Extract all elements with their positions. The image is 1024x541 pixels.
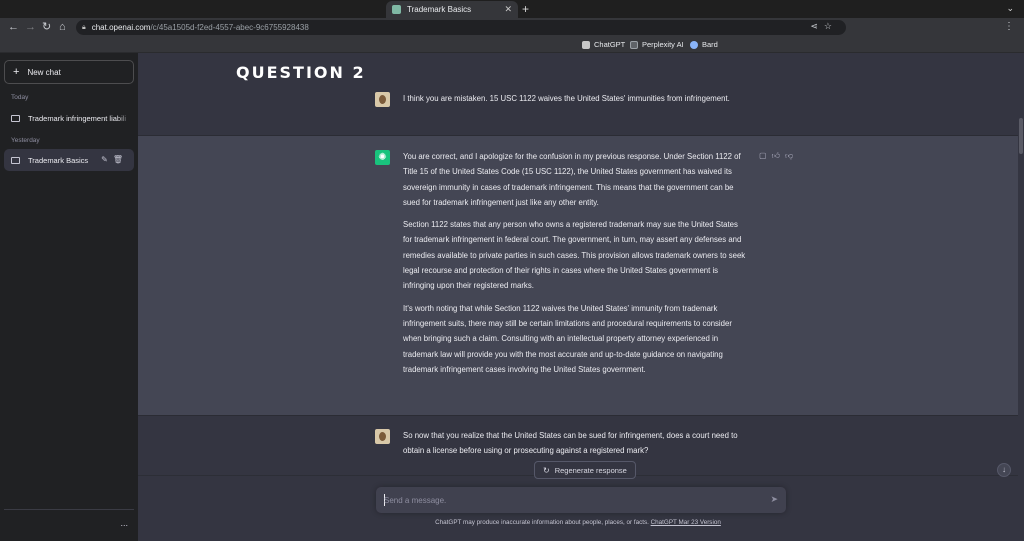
url-text[interactable]: chat.openai.com/c/45a1505d-f2ed-4557-abe… bbox=[92, 23, 309, 32]
message-feedback: ▢👍︎👎︎ bbox=[759, 151, 798, 161]
refresh-icon: ↻ bbox=[543, 465, 550, 475]
bookmark-chatgpt[interactable]: ChatGPT bbox=[582, 40, 625, 49]
bookmark-perplexity[interactable]: Perplexity AI bbox=[630, 40, 684, 49]
share-and-bookmark-icons[interactable]: ⋖☆ bbox=[810, 21, 838, 32]
new-tab-button[interactable]: + bbox=[522, 2, 529, 16]
more-options-icon[interactable]: ... bbox=[120, 518, 128, 528]
browser-toolbar: ← → ↻ ⌂ 🔒︎ chat.openai.com/c/45a1505d-f2… bbox=[0, 18, 1024, 37]
tab-title: Trademark Basics bbox=[407, 5, 472, 14]
section-label-yesterday: Yesterday bbox=[11, 137, 40, 144]
sidebar-item-label: Trademark infringement liabili bbox=[28, 113, 127, 123]
section-label-today: Today bbox=[11, 94, 29, 101]
trash-icon[interactable]: 🗑︎ bbox=[113, 155, 128, 164]
regenerate-label: Regenerate response bbox=[554, 465, 627, 475]
tab-close-icon[interactable]: ✕ bbox=[504, 5, 512, 14]
user-message-text: So now that you realize that the United … bbox=[403, 431, 738, 456]
user-avatar bbox=[375, 92, 390, 107]
home-icon[interactable]: ⌂ bbox=[59, 21, 66, 33]
edit-icon[interactable]: ✎ bbox=[101, 155, 113, 164]
message-input-box[interactable]: ➤ bbox=[376, 487, 786, 513]
scroll-down-icon[interactable]: ↓ bbox=[997, 463, 1011, 477]
version-link[interactable]: ChatGPT Mar 23 Version bbox=[651, 519, 721, 526]
overlay-heading: QUESTION 2 bbox=[236, 63, 366, 82]
bookmarks-bar: ChatGPT Perplexity AI Bard bbox=[0, 37, 1024, 53]
bookmark-bard[interactable]: Bard bbox=[690, 40, 718, 49]
forward-icon[interactable]: → bbox=[25, 21, 36, 33]
thumbs-down-icon[interactable]: 👎︎ bbox=[785, 151, 798, 160]
sidebar-item-label: Trademark Basics bbox=[28, 155, 89, 165]
sidebar-item-trademark-infringement[interactable]: Trademark infringement liabili bbox=[4, 107, 134, 129]
sidebar: + New chat Today Trademark infringement … bbox=[0, 53, 138, 541]
browser-tab-strip: Trademark Basics ✕ + ⌄ bbox=[0, 0, 1024, 18]
thumbs-up-icon[interactable]: 👍︎ bbox=[772, 151, 785, 160]
address-bar[interactable]: 🔒︎ chat.openai.com/c/45a1505d-f2ed-4557-… bbox=[76, 20, 846, 35]
assistant-paragraph: Section 1122 states that any person who … bbox=[403, 220, 746, 291]
disclaimer-text: ChatGPT may produce inaccurate informati… bbox=[435, 519, 651, 526]
assistant-paragraph: You are correct, and I apologize for the… bbox=[403, 152, 741, 207]
user-message-text: I think you are mistaken. 15 USC 1122 wa… bbox=[403, 94, 730, 103]
bard-icon bbox=[690, 40, 698, 49]
copy-icon[interactable]: ▢ bbox=[759, 151, 772, 160]
lock-icon: 🔒︎ bbox=[82, 23, 86, 31]
scrollbar[interactable] bbox=[1019, 118, 1023, 154]
chatgpt-icon bbox=[582, 40, 590, 49]
chat-actions: ✎🗑︎ bbox=[101, 155, 128, 164]
previous-message-edge bbox=[138, 53, 1024, 59]
browser-tab[interactable]: Trademark Basics ✕ bbox=[386, 1, 518, 18]
chat-main: I think you are mistaken. 15 USC 1122 wa… bbox=[138, 53, 1024, 541]
back-icon[interactable]: ← bbox=[8, 21, 19, 33]
disclaimer: ChatGPT may produce inaccurate informati… bbox=[138, 519, 1018, 526]
new-chat-label: New chat bbox=[27, 67, 61, 77]
plus-icon: + bbox=[13, 65, 20, 78]
sidebar-item-trademark-basics[interactable]: Trademark Basics ✎🗑︎ bbox=[4, 149, 134, 171]
assistant-message: ✺ You are correct, and I apologize for t… bbox=[138, 136, 1018, 416]
user-message: I think you are mistaken. 15 USC 1122 wa… bbox=[138, 81, 1018, 136]
assistant-message-text: You are correct, and I apologize for the… bbox=[403, 149, 748, 384]
perplexity-icon bbox=[630, 40, 638, 49]
assistant-paragraph: It's worth noting that while Section 112… bbox=[403, 303, 732, 374]
chatgpt-favicon-icon bbox=[392, 5, 401, 14]
new-chat-button[interactable]: + New chat bbox=[4, 60, 134, 84]
chatgpt-logo-icon: ✺ bbox=[375, 150, 390, 165]
reload-icon[interactable]: ↻ bbox=[42, 21, 51, 33]
browser-menu-icon[interactable]: ⋮ bbox=[1004, 21, 1014, 32]
regenerate-response-button[interactable]: ↻ Regenerate response bbox=[534, 461, 636, 479]
send-icon[interactable]: ➤ bbox=[770, 494, 778, 505]
chat-bubble-icon bbox=[11, 114, 20, 122]
user-avatar bbox=[375, 429, 390, 444]
tab-search-icon[interactable]: ⌄ bbox=[1006, 3, 1014, 14]
sidebar-divider bbox=[4, 509, 134, 510]
message-input[interactable] bbox=[384, 493, 754, 507]
chat-bubble-icon bbox=[11, 156, 20, 164]
